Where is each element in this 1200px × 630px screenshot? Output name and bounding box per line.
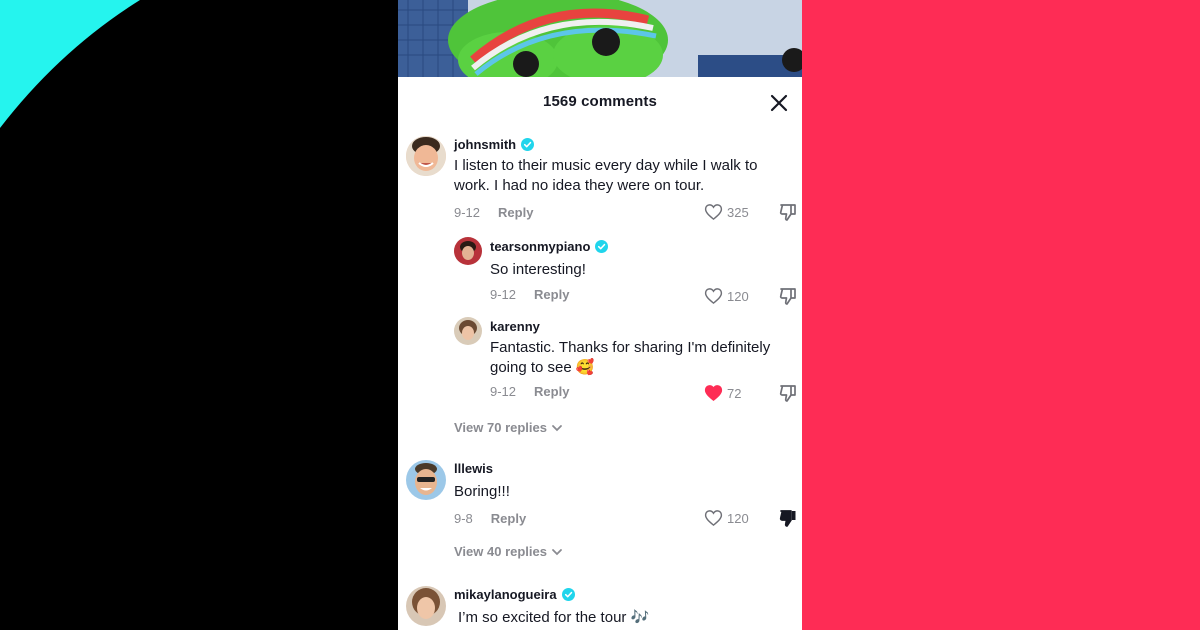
avatar[interactable]: [406, 586, 446, 626]
comment-date: 9-12: [490, 287, 517, 302]
comment-text: I listen to their music every day while …: [454, 156, 794, 196]
chevron-down-icon: [552, 424, 562, 431]
thumbs-down-icon[interactable]: [778, 286, 798, 306]
comment-username[interactable]: mikaylanogueira: [454, 587, 575, 602]
like-count: 325: [727, 204, 749, 220]
view-replies-label: View 70 replies: [454, 420, 547, 435]
comment-item: johnsmith I listen to their music every …: [398, 77, 802, 227]
comment-text-line: I listen to their music every day while …: [454, 157, 758, 174]
chevron-down-icon: [552, 548, 562, 555]
comment-text: Fantastic. Thanks for sharing I'm defini…: [490, 338, 800, 378]
like-button[interactable]: 72: [704, 384, 741, 402]
comment-username[interactable]: tearsonmypiano: [490, 239, 609, 254]
comment-text: Boring!!!: [454, 483, 510, 500]
comment-meta: 9-12 Reply: [490, 287, 569, 302]
video-preview[interactable]: [398, 0, 802, 78]
comment-text-line: going to see 🥰: [490, 359, 595, 376]
verified-icon: [521, 138, 535, 151]
avatar[interactable]: [406, 460, 446, 500]
verified-icon: [561, 588, 575, 601]
comment-username[interactable]: johnsmith: [454, 137, 535, 152]
comment-username[interactable]: lllewis: [454, 461, 493, 476]
comment-meta: 9-12 Reply: [454, 205, 533, 220]
avatar[interactable]: [454, 237, 482, 265]
brand-cyan-shape: [0, 0, 140, 128]
comments-panel: 1569 comments johnsmith I listen to thei…: [398, 77, 802, 630]
like-button[interactable]: 325: [704, 203, 749, 221]
comment-date: 9-8: [454, 511, 473, 526]
comment-meta: 9-12 Reply: [490, 384, 569, 399]
comment-date: 9-12: [454, 205, 481, 220]
background-left: [0, 0, 400, 630]
phone-screen: 1569 comments johnsmith I listen to thei…: [398, 0, 802, 630]
verified-icon: [595, 240, 609, 253]
video-frame-image: [398, 0, 802, 78]
username-text: lllewis: [454, 461, 494, 476]
reply-button[interactable]: Reply: [491, 511, 526, 526]
like-count: 120: [727, 288, 749, 304]
username-text: tearsonmypiano: [490, 239, 591, 254]
like-count: 120: [727, 510, 749, 526]
like-count: 72: [727, 385, 742, 401]
comment-date: 9-12: [490, 384, 517, 399]
reply-button[interactable]: Reply: [534, 384, 569, 399]
username-text: mikaylanogueira: [454, 587, 557, 602]
heart-icon: [704, 204, 723, 221]
view-replies-button[interactable]: View 40 replies: [454, 544, 563, 559]
reply-button[interactable]: Reply: [534, 287, 569, 302]
thumbs-down-icon[interactable]: [778, 383, 798, 403]
username-text: karenny: [490, 319, 540, 334]
comment-text: I’m so excited for the tour 🎶: [458, 609, 650, 626]
username-text: johnsmith: [454, 137, 517, 152]
heart-icon: [704, 288, 723, 305]
thumbs-down-filled-icon[interactable]: [778, 508, 798, 528]
like-button[interactable]: 120: [704, 509, 749, 527]
comment-text-line: work. I had no idea they were on tour.: [454, 177, 705, 194]
view-replies-label: View 40 replies: [454, 544, 547, 559]
view-replies-button[interactable]: View 70 replies: [454, 420, 563, 435]
heart-filled-icon: [704, 385, 723, 402]
avatar[interactable]: [406, 136, 446, 176]
comment-text-line: Fantastic. Thanks for sharing I'm defini…: [490, 339, 771, 356]
comment-meta: 9-8 Reply: [454, 511, 526, 526]
like-button[interactable]: 120: [704, 287, 749, 305]
comment-username[interactable]: karenny: [490, 319, 540, 334]
background-right: [802, 0, 1200, 630]
avatar[interactable]: [454, 317, 482, 345]
heart-icon: [704, 510, 723, 527]
comment-text: So interesting!: [490, 261, 586, 278]
thumbs-down-icon[interactable]: [778, 202, 798, 222]
reply-button[interactable]: Reply: [498, 205, 533, 220]
